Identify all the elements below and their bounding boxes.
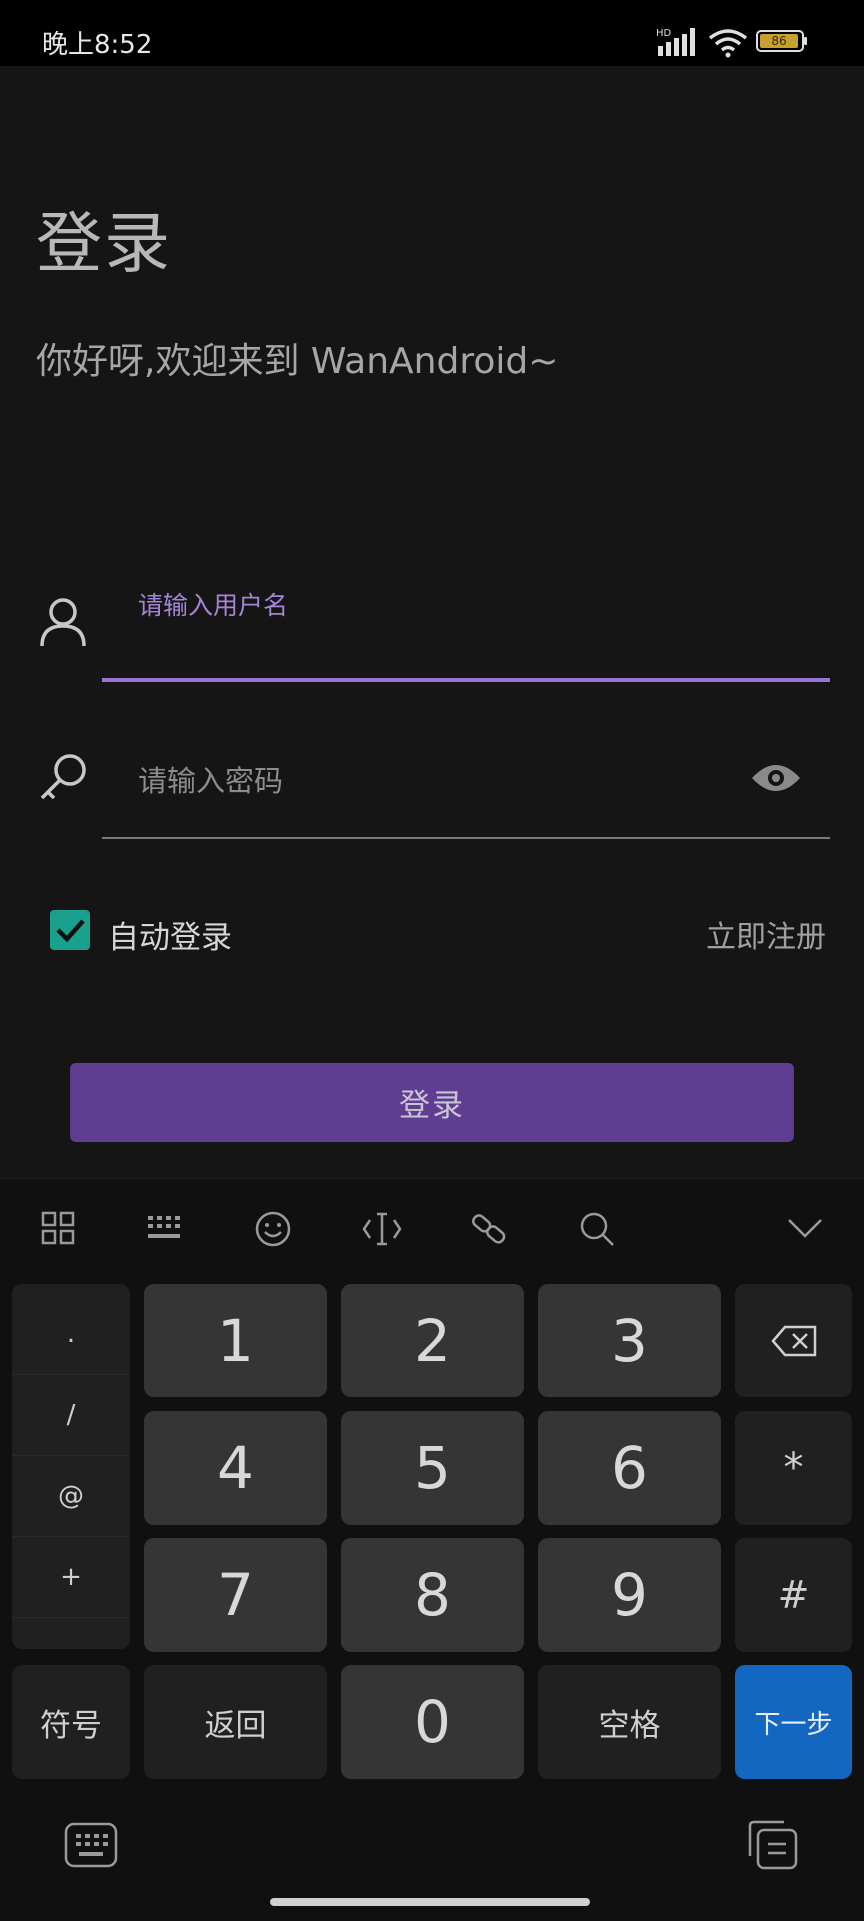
- page-title: 登录: [36, 205, 172, 282]
- cursor-icon[interactable]: [362, 1210, 402, 1248]
- battery-level: 86: [760, 34, 798, 48]
- key-2[interactable]: 2: [341, 1284, 524, 1397]
- status-time: 晚上8:52: [42, 30, 153, 60]
- keyboard-layout-icon[interactable]: [146, 1210, 184, 1246]
- symbol-key[interactable]: +: [12, 1537, 130, 1618]
- hash-key[interactable]: #: [735, 1538, 852, 1652]
- key-icon: [40, 754, 86, 800]
- next-key[interactable]: 下一步: [735, 1665, 852, 1779]
- symbol-key[interactable]: /: [12, 1375, 130, 1456]
- password-field[interactable]: 请输入密码: [138, 758, 283, 800]
- collapse-chevron-icon[interactable]: [786, 1216, 824, 1240]
- key-9[interactable]: 9: [538, 1538, 721, 1652]
- checkmark-icon: [56, 919, 85, 943]
- key-5[interactable]: 5: [341, 1411, 524, 1525]
- space-key[interactable]: 空格: [538, 1665, 721, 1779]
- emoji-icon[interactable]: [254, 1210, 292, 1248]
- backspace-icon: [770, 1325, 816, 1356]
- star-key[interactable]: *: [735, 1411, 852, 1525]
- key-0[interactable]: 0: [341, 1665, 524, 1779]
- symbol-key[interactable]: .: [12, 1294, 130, 1375]
- key-3[interactable]: 3: [538, 1284, 721, 1397]
- signal-icon: HD: [656, 28, 695, 56]
- search-icon[interactable]: [578, 1210, 616, 1248]
- eye-icon[interactable]: [750, 758, 802, 798]
- network-type-label: HD: [656, 28, 672, 39]
- symbol-switch-key[interactable]: 符号: [12, 1665, 130, 1779]
- key-6[interactable]: 6: [538, 1411, 721, 1525]
- register-link[interactable]: 立即注册: [706, 912, 826, 956]
- key-4[interactable]: 4: [144, 1411, 327, 1525]
- username-underline: [102, 678, 830, 682]
- wifi-icon: [708, 29, 748, 58]
- auto-login-checkbox[interactable]: [50, 910, 90, 950]
- key-1[interactable]: 1: [144, 1284, 327, 1397]
- link-icon[interactable]: [470, 1210, 508, 1248]
- battery-icon: 86: [756, 30, 808, 52]
- user-icon: [40, 598, 86, 647]
- username-field[interactable]: 请输入用户名: [138, 586, 288, 622]
- backspace-key[interactable]: [735, 1284, 852, 1397]
- back-key[interactable]: 返回: [144, 1665, 327, 1779]
- login-button[interactable]: 登录: [70, 1063, 794, 1142]
- home-indicator[interactable]: [270, 1898, 590, 1906]
- clipboard-icon[interactable]: [746, 1818, 800, 1870]
- symbol-key[interactable]: @: [12, 1456, 130, 1537]
- auto-login-label: 自动登录: [108, 920, 232, 956]
- key-7[interactable]: 7: [144, 1538, 327, 1652]
- keyboard-switch-icon[interactable]: [64, 1822, 118, 1868]
- grid-icon[interactable]: [40, 1210, 76, 1246]
- key-8[interactable]: 8: [341, 1538, 524, 1652]
- password-underline: [102, 837, 830, 839]
- welcome-text: 你好呀,欢迎来到 WanAndroid~: [36, 341, 559, 382]
